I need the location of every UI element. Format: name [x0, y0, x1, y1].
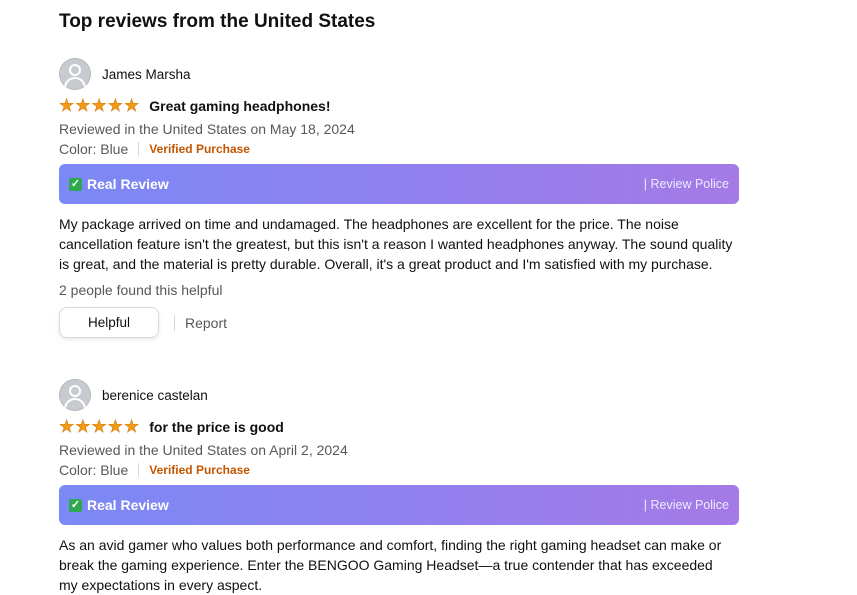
star-rating[interactable]: ★ ★ ★ ★ ★: [59, 417, 140, 436]
star-icon: ★: [91, 417, 107, 436]
verified-purchase-badge: Verified Purchase: [149, 142, 250, 156]
review-title[interactable]: for the price is good: [149, 419, 284, 435]
helpful-count: 2 people found this helpful: [59, 282, 223, 298]
reviews-heading: Top reviews from the United States: [59, 11, 376, 32]
real-review-banner: ✓ Real Review | Review Police: [59, 164, 739, 204]
reviewer-profile[interactable]: James Marsha: [59, 58, 739, 90]
star-icon: ★: [75, 96, 91, 115]
review-date: Reviewed in the United States on April 2…: [59, 442, 348, 458]
review-police-link[interactable]: | Review Police: [644, 177, 729, 191]
star-icon: ★: [59, 96, 75, 115]
real-review-banner: ✓ Real Review | Review Police: [59, 485, 739, 525]
real-review-label: Real Review: [87, 497, 169, 513]
star-icon: ★: [124, 417, 140, 436]
review-body: As an avid gamer who values both perform…: [59, 537, 722, 593]
star-icon: ★: [59, 417, 75, 436]
reviewer-name[interactable]: berenice castelan: [102, 388, 208, 403]
star-icon: ★: [107, 96, 123, 115]
star-icon: ★: [107, 417, 123, 436]
verified-purchase-badge: Verified Purchase: [149, 463, 250, 477]
reviewer-profile[interactable]: berenice castelan: [59, 379, 739, 411]
divider: [174, 314, 175, 331]
star-icon: ★: [124, 96, 140, 115]
helpful-button[interactable]: Helpful: [59, 307, 159, 338]
star-icon: ★: [75, 417, 91, 436]
review-card: James Marsha ★ ★ ★ ★ ★ Great gaming head…: [59, 58, 739, 338]
report-link[interactable]: Report: [185, 315, 227, 331]
user-avatar-icon: [59, 379, 91, 411]
check-mark-icon: ✓: [69, 177, 82, 191]
review-date: Reviewed in the United States on May 18,…: [59, 121, 355, 137]
check-mark-icon: ✓: [69, 498, 82, 512]
user-avatar-icon: [59, 58, 91, 90]
review-body: My package arrived on time and undamaged…: [59, 216, 733, 272]
star-icon: ★: [91, 96, 107, 115]
real-review-label: Real Review: [87, 176, 169, 192]
product-variant[interactable]: Color: Blue: [59, 460, 128, 480]
review-card: berenice castelan ★ ★ ★ ★ ★ for the pric…: [59, 379, 739, 595]
review-police-link[interactable]: | Review Police: [644, 498, 729, 512]
divider: [138, 142, 140, 156]
reviewer-name[interactable]: James Marsha: [102, 67, 191, 82]
review-title[interactable]: Great gaming headphones!: [149, 98, 330, 114]
divider: [138, 463, 140, 477]
product-variant[interactable]: Color: Blue: [59, 139, 128, 159]
star-rating[interactable]: ★ ★ ★ ★ ★: [59, 96, 140, 115]
